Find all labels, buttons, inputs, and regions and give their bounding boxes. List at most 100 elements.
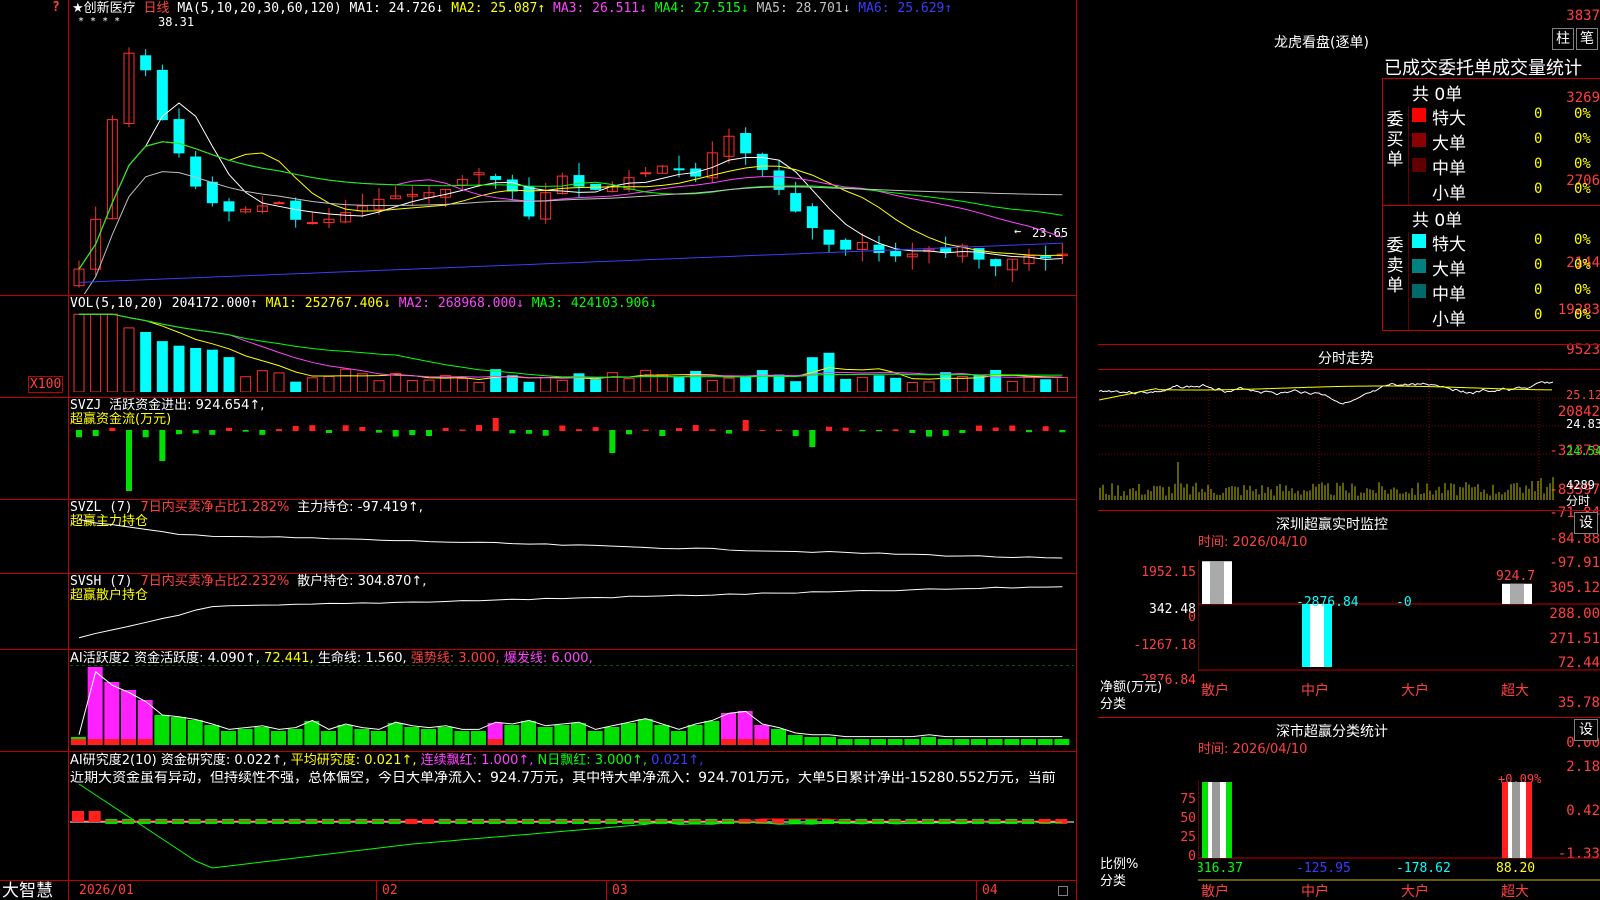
volume-bar <box>540 376 552 392</box>
sz-class-chart[interactable]: 316.37 -125.95 -178.62 88.20 散户 中户 大户 超大 <box>1198 770 1600 900</box>
svzj-bar <box>892 429 899 431</box>
volume-bar <box>390 373 402 392</box>
ai1-bar <box>221 731 236 745</box>
fenshi-title: 分时走势 <box>1318 351 1374 367</box>
szc-bar-core <box>1512 782 1520 858</box>
szm-y-1: 1952.15 <box>1141 565 1196 580</box>
volume-bar <box>990 369 1002 392</box>
lhb-title: 龙虎看盘(逐单) <box>1274 35 1369 51</box>
vol-unit[interactable]: X100 <box>28 376 64 393</box>
kline-chart[interactable] <box>70 20 1074 294</box>
svzj-bar <box>276 429 282 431</box>
ai2-chart[interactable] <box>70 780 1074 878</box>
candle <box>223 201 235 212</box>
svzj-bar <box>1026 430 1032 433</box>
svzj-bar <box>342 425 349 431</box>
date-feb: 02 <box>382 883 398 898</box>
ai1-bar <box>904 739 920 745</box>
lock-icon[interactable] <box>1058 886 1068 896</box>
ai1-red-base <box>737 739 753 745</box>
alert-icon[interactable]: ? <box>52 0 60 15</box>
buy-row-count: 0 <box>1534 106 1543 122</box>
volume-bar <box>273 372 285 392</box>
volume-bar <box>490 369 502 392</box>
ma-legend-5: MA5: 28.701↓ <box>748 1 851 16</box>
svzj-bar <box>809 430 816 447</box>
svzj-bar <box>759 429 766 431</box>
volume-bar <box>1006 380 1018 392</box>
ai1-bar <box>871 739 886 745</box>
ai1-red-base <box>721 739 736 745</box>
volume-bar <box>456 378 468 392</box>
fenshi-vol-unit: 分时 <box>1566 494 1591 508</box>
ai1-bar <box>404 727 420 745</box>
sell-row-name: 特大 <box>1432 235 1466 255</box>
ai1-bar <box>1021 739 1036 745</box>
volume-bar <box>173 345 185 392</box>
svzj-bar <box>709 429 716 431</box>
volume-bar <box>623 378 635 392</box>
buy-swatch <box>1412 133 1426 147</box>
sz-monitor-settings[interactable]: 设 <box>1574 512 1598 534</box>
ai1-bar <box>304 721 320 745</box>
ai1-bar <box>604 727 620 745</box>
svzj-bar <box>1059 430 1066 433</box>
candle <box>573 175 585 187</box>
ai1-bar <box>887 739 903 745</box>
sell-row-pct: 0% <box>1574 257 1591 273</box>
volume-bar <box>306 377 318 392</box>
fenshi-chart[interactable] <box>1099 370 1565 510</box>
ai1-bar <box>587 731 603 745</box>
tick-mode-button[interactable]: 笔 <box>1576 28 1598 50</box>
volume-bar <box>706 379 718 392</box>
candle <box>140 55 152 71</box>
sell-side-label: 委卖单 <box>1386 236 1404 296</box>
ai1-red-base <box>104 739 120 745</box>
ai1-red-base <box>137 739 153 745</box>
ai1-chart[interactable] <box>70 665 1074 750</box>
ai1-lifeline: 生命线: 1.560, <box>317 651 407 666</box>
szm-bar-shade <box>1510 583 1524 604</box>
svzj-bar <box>642 429 649 431</box>
sz-monitor-title: 深圳超赢实时监控 <box>1276 517 1388 533</box>
period-label[interactable]: 日线 <box>143 1 169 16</box>
volume-bar <box>756 370 768 392</box>
svzl-chart[interactable] <box>70 512 1074 572</box>
candle <box>190 156 202 187</box>
volume-bar <box>190 347 202 392</box>
svzj-bar <box>376 430 382 433</box>
ai1-bar <box>854 739 870 745</box>
svzj-bar <box>826 426 832 431</box>
svzj-chart[interactable] <box>70 405 1074 495</box>
volume-bar <box>740 376 752 392</box>
svzj-bar <box>909 430 916 433</box>
volume-bar <box>323 375 335 392</box>
bar-mode-button[interactable]: 柱 <box>1552 28 1574 50</box>
volume-chart[interactable] <box>70 305 1074 392</box>
svzj-bar <box>742 420 749 431</box>
svzj-bar <box>792 430 799 437</box>
sz-monitor-chart[interactable]: 1952.15 -2876.84 -0 924.7 散户 中户 大户 超大 <box>1198 560 1600 700</box>
candle <box>840 239 852 250</box>
ai1-burst: 爆发线: 6.000, <box>503 651 593 666</box>
ai1-red-base <box>71 739 86 745</box>
ai1-bar <box>254 727 270 745</box>
ai2-green-line <box>78 783 1063 869</box>
volume-bar <box>423 379 435 392</box>
ai1-bar <box>687 725 703 745</box>
ai1-title: AI活跃度2 <box>70 651 130 666</box>
ai1-red-base <box>121 739 136 745</box>
sell-row-count: 0 <box>1534 307 1543 323</box>
buy-total: 共 0单 <box>1412 85 1463 105</box>
svzj-bar <box>1042 426 1049 431</box>
svzj-bar <box>359 426 366 431</box>
ai1-bar <box>971 739 986 745</box>
svzj-bar <box>542 430 549 436</box>
volume-bar <box>873 375 885 392</box>
ai1-bar <box>1054 739 1070 745</box>
svsh-chart[interactable] <box>70 580 1074 648</box>
volume-bar <box>373 380 385 392</box>
sz-class-settings[interactable]: 设 <box>1574 719 1598 741</box>
ai1-bar <box>154 715 170 745</box>
svzj-bar <box>976 425 982 431</box>
